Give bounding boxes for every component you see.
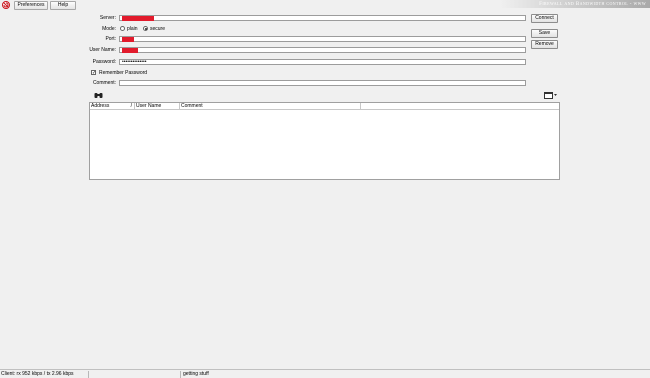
status-message: getting stuff	[183, 371, 209, 377]
logo-icon	[2, 1, 10, 9]
password-label: Password:	[92, 59, 116, 65]
accounts-table: Address / User Name Comment	[89, 102, 560, 180]
remember-password-checkbox[interactable]: ✓	[91, 70, 96, 76]
password-dots: ••••••••••••••	[122, 59, 147, 65]
brand-banner: Firewall and Bandwidth control - www	[500, 0, 650, 8]
remove-button[interactable]: Remove	[531, 40, 558, 49]
binoculars-icon[interactable]	[94, 92, 103, 99]
brand-text: Firewall and Bandwidth control - www	[539, 2, 646, 7]
sort-icon: /	[130, 103, 132, 109]
save-button[interactable]: Save	[531, 29, 558, 38]
username-input[interactable]	[119, 47, 526, 53]
remember-password-label: Remember Password	[99, 70, 148, 76]
server-label: Server:	[99, 15, 116, 21]
mode-secure-radio[interactable]	[143, 26, 148, 31]
column-chooser-icon[interactable]	[544, 92, 558, 99]
column-header-username[interactable]: User Name	[135, 103, 180, 110]
mode-label: Mode:	[102, 26, 116, 32]
port-input[interactable]	[119, 36, 526, 42]
help-menu-button[interactable]: Help	[50, 1, 76, 10]
mode-secure-label: secure	[150, 26, 166, 32]
preferences-menu-button[interactable]: Preferences	[14, 1, 48, 10]
mode-plain-radio[interactable]	[120, 26, 125, 31]
status-client-rates: Client: rx 952 kbps / tx 2.96 kbps	[0, 371, 89, 378]
top-menubar: Preferences Help Firewall and Bandwidth …	[0, 0, 650, 11]
username-label: User Name:	[89, 47, 116, 53]
server-input[interactable]	[119, 15, 526, 21]
connect-button[interactable]: Connect	[531, 14, 558, 23]
comment-label: Comment:	[92, 80, 116, 86]
redaction-mark	[122, 37, 134, 42]
password-input[interactable]: ••••••••••••••	[119, 59, 526, 65]
port-label: Port:	[105, 36, 116, 42]
redaction-mark	[122, 48, 138, 53]
status-empty-cell	[89, 371, 181, 378]
mode-plain-label: plain	[127, 26, 138, 32]
redaction-mark	[122, 16, 154, 21]
comment-input[interactable]	[119, 80, 526, 86]
column-header-address[interactable]: Address /	[90, 103, 135, 110]
column-header-comment[interactable]: Comment	[180, 103, 361, 110]
column-header-filler	[361, 103, 559, 110]
status-bar: Client: rx 952 kbps / tx 2.96 kbps getti…	[0, 369, 650, 378]
